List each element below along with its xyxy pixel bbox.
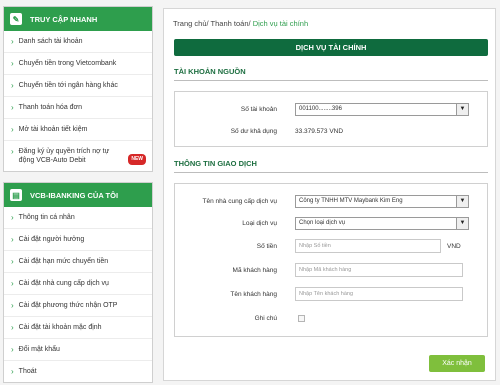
pencil-icon: ✎ [10,13,22,25]
breadcrumb-separator: / [248,19,251,28]
sidebar-item-default-account[interactable]: › Cài đặt tài khoản mặc định [4,317,152,339]
chevron-right-icon: › [11,279,14,288]
chevron-right-icon: › [11,345,14,354]
sidebar-item-open-savings[interactable]: › Mở tài khoản tiết kiệm [4,119,152,141]
sidebar-item-label: Cài đặt nhà cung cấp dịch vụ [18,280,109,287]
dropdown-arrow-icon: ▼ [456,195,468,207]
sidebar-item-transfer-internal[interactable]: › Chuyển tiền trong Vietcombank [4,53,152,75]
sidebar-item-personal-info[interactable]: › Thông tin cá nhân [4,207,152,229]
my-banking-title: VCB-IBANKING CỦA TÔI [30,190,119,200]
dropdown-arrow-icon: ▼ [456,103,468,115]
chevron-right-icon: › [11,213,14,222]
provider-label: Tên nhà cung cấp dịch vụ [202,197,277,205]
chevron-right-icon: › [11,103,14,112]
amount-unit: VND [447,242,461,250]
sidebar-item-change-password[interactable]: › Đổi mật khẩu [4,339,152,361]
service-type-select[interactable]: Chọn loại dịch vụ ▼ [295,216,469,230]
sidebar-item-label: Mở tài khoản tiết kiệm [18,126,88,133]
sidebar-item-label: Thoát [18,368,37,375]
customer-code-input[interactable]: Nhập Mã khách hàng [295,263,463,277]
service-type-label: Loại dịch vụ [242,219,277,227]
sidebar-item-label: Thanh toán hóa đơn [18,104,83,111]
sidebar-item-logout[interactable]: › Thoát [4,361,152,382]
sidebar-item-otp-method[interactable]: › Cài đặt phương thức nhận OTP [4,295,152,317]
sidebar-item-auto-debit[interactable]: › Đăng ký ủy quyền trích nợ tự động VCB-… [4,141,152,171]
provider-select[interactable]: Công ty TNHH MTV Maybank Kim Eng ▼ [295,194,469,208]
account-label: Số tài khoản [240,105,277,113]
provider-select-value: Công ty TNHH MTV Maybank Kim Eng [299,198,403,204]
chevron-right-icon: › [11,235,14,244]
sidebar-item-beneficiaries[interactable]: › Cài đặt người hưởng [4,229,152,251]
customer-name-input[interactable]: Nhập Tên khách hàng [295,287,463,301]
sidebar-item-label: Thông tin cá nhân [18,214,75,221]
chevron-right-icon: › [11,367,14,376]
transaction-box: Tên nhà cung cấp dịch vụ Công ty TNHH MT… [174,183,488,337]
breadcrumb-home[interactable]: Trang chủ [173,19,207,28]
sidebar-item-account-list[interactable]: › Danh sách tài khoản [4,31,152,53]
main-content: Trang chủ/ Thanh toán/ Dịch vụ tài chính… [163,8,496,381]
sidebar-item-transfer-limit[interactable]: › Cài đặt hạn mức chuyển tiền [4,251,152,273]
chevron-right-icon: › [11,81,14,90]
sidebar-item-label: Chuyển tiền trong Vietcombank [18,60,117,67]
sidebar-item-service-provider[interactable]: › Cài đặt nhà cung cấp dịch vụ [4,273,152,295]
customer-code-placeholder: Nhập Mã khách hàng [299,267,352,273]
sidebar-item-label: Cài đặt tài khoản mặc định [18,324,102,331]
breadcrumb-current: Dịch vụ tài chính [252,19,309,28]
transaction-section-title: THÔNG TIN GIAO DỊCH [174,159,488,173]
user-card-icon: ▤ [10,189,22,201]
amount-label: Số tiền [256,242,277,250]
account-select[interactable]: 001100........396 ▼ [295,102,469,116]
chevron-right-icon: › [11,125,14,134]
sidebar-item-bill-payment[interactable]: › Thanh toán hóa đơn [4,97,152,119]
new-badge: NEW [128,154,146,165]
amount-placeholder: Nhập Số tiền [299,243,331,249]
chevron-right-icon: › [11,323,14,332]
sidebar-item-label: Đăng ký ủy quyền trích nợ tự động VCB-Au… [18,148,110,164]
chevron-right-icon: › [11,37,14,46]
quick-access-header: ✎ TRUY CẬP NHANH [4,7,152,31]
breadcrumb-separator: / [206,19,209,28]
quick-access-title: TRUY CẬP NHANH [30,14,98,24]
source-account-section-title: TÀI KHOẢN NGUỒN [174,67,488,81]
sidebar-item-label: Đổi mật khẩu [18,346,60,353]
sidebar-item-label: Chuyển tiền tới ngân hàng khác [18,82,118,89]
chevron-right-icon: › [11,59,14,68]
customer-name-label: Tên khách hàng [230,290,277,298]
quick-access-panel: ✎ TRUY CẬP NHANH › Danh sách tài khoản ›… [3,6,153,172]
confirm-button[interactable]: Xác nhận [429,355,485,372]
dropdown-arrow-icon: ▼ [456,217,468,229]
my-banking-panel: ▤ VCB-IBANKING CỦA TÔI › Thông tin cá nh… [3,182,153,383]
sidebar-item-label: Danh sách tài khoản [18,38,83,45]
chevron-right-icon: › [11,147,14,156]
account-select-value: 001100........396 [299,106,342,112]
sidebar-item-label: Cài đặt hạn mức chuyển tiền [18,258,109,265]
balance-label: Số dư khả dụng [230,127,277,135]
chevron-right-icon: › [11,257,14,266]
page-title: DỊCH VỤ TÀI CHÍNH [174,39,488,56]
balance-value: 33.379.573 VND [295,127,344,135]
my-banking-header: ▤ VCB-IBANKING CỦA TÔI [4,183,152,207]
sidebar-item-label: Cài đặt người hưởng [18,236,85,243]
source-account-box: Số tài khoản 001100........396 ▼ Số dư k… [174,91,488,147]
amount-input[interactable]: Nhập Số tiền [295,239,441,253]
chevron-right-icon: › [11,301,14,310]
breadcrumb-payment[interactable]: Thanh toán [211,19,249,28]
service-type-select-value: Chọn loại dịch vụ [299,220,346,226]
breadcrumb: Trang chủ/ Thanh toán/ Dịch vụ tài chính [173,19,308,28]
sidebar-item-transfer-external[interactable]: › Chuyển tiền tới ngân hàng khác [4,75,152,97]
note-checkbox[interactable] [298,314,305,322]
customer-code-label: Mã khách hàng [232,266,277,274]
customer-name-placeholder: Nhập Tên khách hàng [299,291,354,297]
sidebar-item-label: Cài đặt phương thức nhận OTP [18,302,118,309]
note-label: Ghi chú [254,314,277,322]
